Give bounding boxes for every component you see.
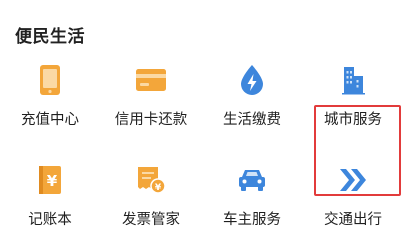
city-buildings-icon [336,63,370,97]
service-item-invoice-manager[interactable]: ¥ 发票管家 [101,155,201,245]
service-item-transportation[interactable]: 交通出行 [303,155,403,245]
phone-icon [33,63,67,97]
service-item-utility-payment[interactable]: 生活缴费 [202,55,302,145]
lightning-drop-icon [235,63,269,97]
service-item-city-services[interactable]: 城市服务 [303,55,403,145]
car-icon [235,163,269,197]
credit-card-icon [134,63,168,97]
service-item-car-owner-services[interactable]: 车主服务 [202,155,302,245]
section-title: 便民生活 [15,27,85,47]
svg-text:¥: ¥ [155,183,162,193]
service-item-credit-card-repayment[interactable]: 信用卡还款 [101,55,201,145]
double-arrow-icon [336,163,370,197]
service-item-label: 城市服务 [324,112,382,128]
service-item-label: 发票管家 [122,212,180,228]
service-grid: 充值中心 信用卡还款 生活缴费 城市服务 ¥ 记账本 ¥ 发票管家 车主服务 交… [0,55,412,250]
invoice-icon: ¥ [134,163,168,197]
svg-text:¥: ¥ [47,172,58,190]
service-item-ledger[interactable]: ¥ 记账本 [0,155,100,245]
service-item-label: 充值中心 [21,112,79,128]
service-item-recharge-center[interactable]: 充值中心 [0,55,100,145]
service-item-label: 记账本 [28,212,72,228]
ledger-yuan-icon: ¥ [33,163,67,197]
service-item-label: 车主服务 [223,212,281,228]
service-item-label: 信用卡还款 [114,112,188,128]
service-item-label: 交通出行 [324,212,382,228]
service-item-label: 生活缴费 [223,112,281,128]
